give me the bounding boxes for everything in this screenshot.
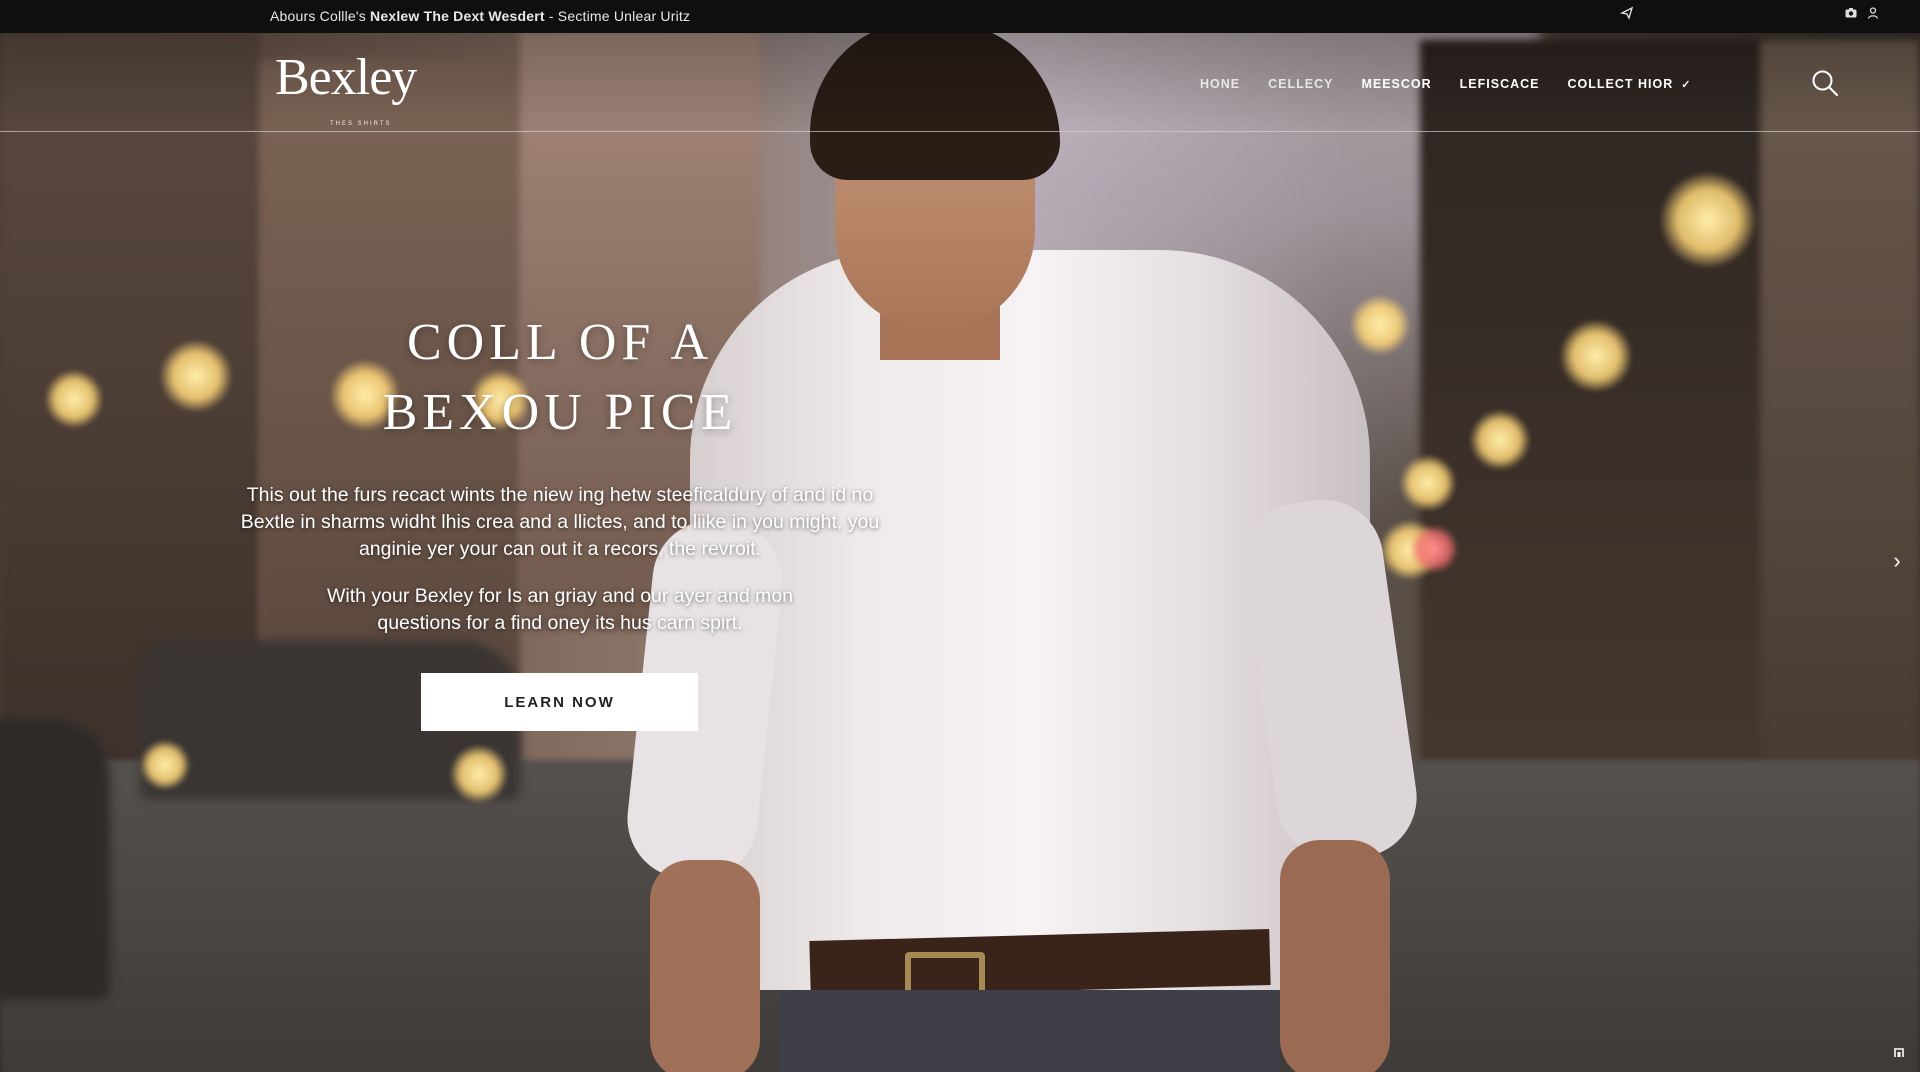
brand-tagline: THES SHIRTS [330, 121, 392, 127]
announcement-bar: Abours Collle's Nexlew The Dext Wesdert … [0, 0, 1920, 33]
bokeh-light [160, 340, 232, 412]
bokeh-light [1400, 455, 1456, 511]
chevron-right-icon[interactable]: › [1885, 548, 1909, 576]
bokeh-light [450, 745, 508, 803]
car-left [0, 720, 110, 1000]
nav-item-lefiscace[interactable]: LEFISCACE [1460, 77, 1540, 91]
announcement-prefix: Abours Collle's [270, 8, 371, 24]
search-icon[interactable] [1810, 68, 1840, 98]
arm [650, 860, 760, 1072]
user-icon[interactable] [1864, 6, 1882, 24]
arm [1280, 840, 1390, 1072]
nav-dropdown-label: COLLECT HIOR [1567, 77, 1674, 91]
nav-item-home[interactable]: HONE [1200, 77, 1240, 91]
bokeh-light [45, 370, 103, 428]
hero-title-line1: COLL OF A [407, 314, 713, 371]
announcement-highlight[interactable]: Nexlew The Dext Wesdert [370, 8, 545, 24]
bokeh-light [1660, 172, 1756, 268]
hero-paragraph-1: This out the furs recact wints the niew … [240, 484, 880, 560]
hero-title-line2: BEXOU PICE [382, 384, 738, 441]
announcement-suffix: - Sectime Unlear Uritz [544, 8, 691, 24]
trousers [780, 990, 1280, 1072]
bokeh-light-red [1410, 525, 1458, 573]
hero-title: COLL OF A BEXOU PICE [280, 308, 840, 448]
nav-item-collect-dropdown[interactable]: COLLECT HIOR ✓ [1568, 77, 1692, 91]
nav-item-collection[interactable]: CELLECY [1268, 77, 1333, 91]
hero-paragraph-2: With your Bexley for Is an griay and our… [326, 585, 794, 634]
share-icon[interactable] [1618, 6, 1636, 24]
camera-icon[interactable] [1842, 6, 1860, 24]
announcement-text: Abours Collle's Nexlew The Dext Wesdert … [270, 8, 690, 24]
brand-logo[interactable]: Bexley [275, 48, 417, 107]
site-header: Bexley THES SHIRTS HONE CELLECY MEESCOR … [0, 33, 1920, 132]
learn-now-button[interactable]: LEARN NOW [421, 673, 698, 731]
bokeh-light [140, 740, 190, 790]
bokeh-light [1470, 410, 1530, 470]
bokeh-light [1560, 320, 1632, 392]
nav-item-mescor[interactable]: MEESCOR [1361, 77, 1431, 91]
chevron-down-icon: ✓ [1681, 79, 1692, 91]
corner-widget-icon[interactable] [1890, 1046, 1908, 1064]
main-nav: HONE CELLECY MEESCOR LEFISCACE COLLECT H… [1200, 77, 1691, 91]
